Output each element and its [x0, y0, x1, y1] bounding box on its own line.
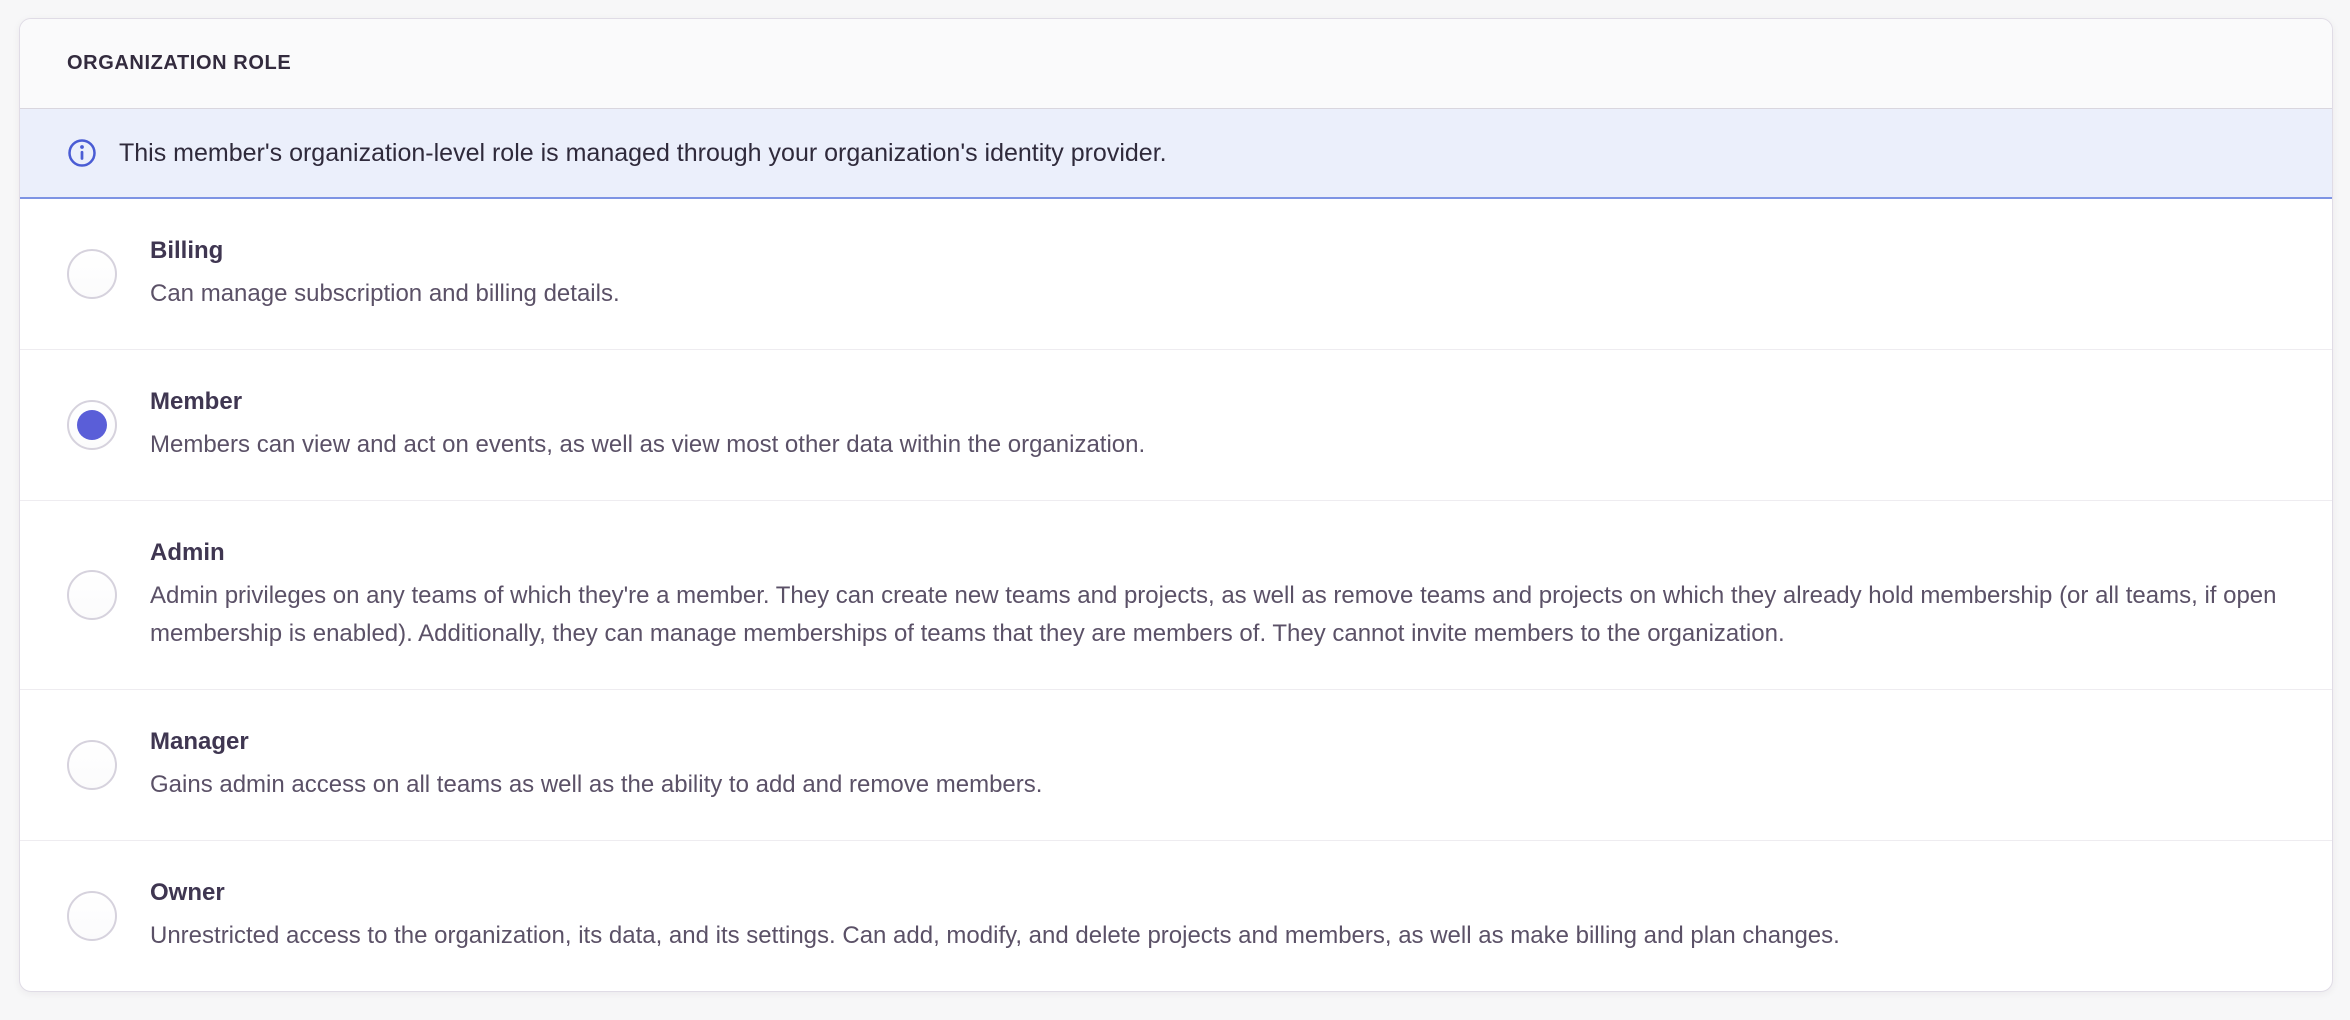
radio-button-member[interactable] [67, 400, 117, 450]
role-title: Manager [150, 726, 1042, 758]
role-title: Owner [150, 877, 1840, 909]
info-icon [67, 138, 97, 168]
role-option-manager[interactable]: Manager Gains admin access on all teams … [20, 690, 2332, 841]
role-description: Admin privileges on any teams of which t… [150, 577, 2285, 653]
role-text: Manager Gains admin access on all teams … [150, 726, 1042, 804]
organization-role-panel: ORGANIZATION ROLE This member's organiza… [19, 18, 2333, 992]
role-option-owner[interactable]: Owner Unrestricted access to the organiz… [20, 841, 2332, 991]
radio-button-admin[interactable] [67, 570, 117, 620]
role-title: Admin [150, 537, 2285, 569]
radio-button-manager[interactable] [67, 740, 117, 790]
role-title: Billing [150, 235, 620, 267]
role-description: Unrestricted access to the organization,… [150, 917, 1840, 955]
radio-button-billing[interactable] [67, 249, 117, 299]
radio-button-owner[interactable] [67, 891, 117, 941]
role-description: Members can view and act on events, as w… [150, 426, 1145, 464]
role-text: Admin Admin privileges on any teams of w… [150, 537, 2285, 653]
role-description: Can manage subscription and billing deta… [150, 275, 620, 313]
panel-header: ORGANIZATION ROLE [20, 19, 2332, 109]
role-option-member[interactable]: Member Members can view and act on event… [20, 350, 2332, 501]
role-text: Member Members can view and act on event… [150, 386, 1145, 464]
role-text: Owner Unrestricted access to the organiz… [150, 877, 1840, 955]
role-title: Member [150, 386, 1145, 418]
role-option-admin[interactable]: Admin Admin privileges on any teams of w… [20, 501, 2332, 690]
role-description: Gains admin access on all teams as well … [150, 766, 1042, 804]
alert-text: This member's organization-level role is… [119, 139, 1167, 168]
role-text: Billing Can manage subscription and bill… [150, 235, 620, 313]
idp-managed-alert: This member's organization-level role is… [20, 109, 2332, 199]
role-option-billing[interactable]: Billing Can manage subscription and bill… [20, 199, 2332, 350]
